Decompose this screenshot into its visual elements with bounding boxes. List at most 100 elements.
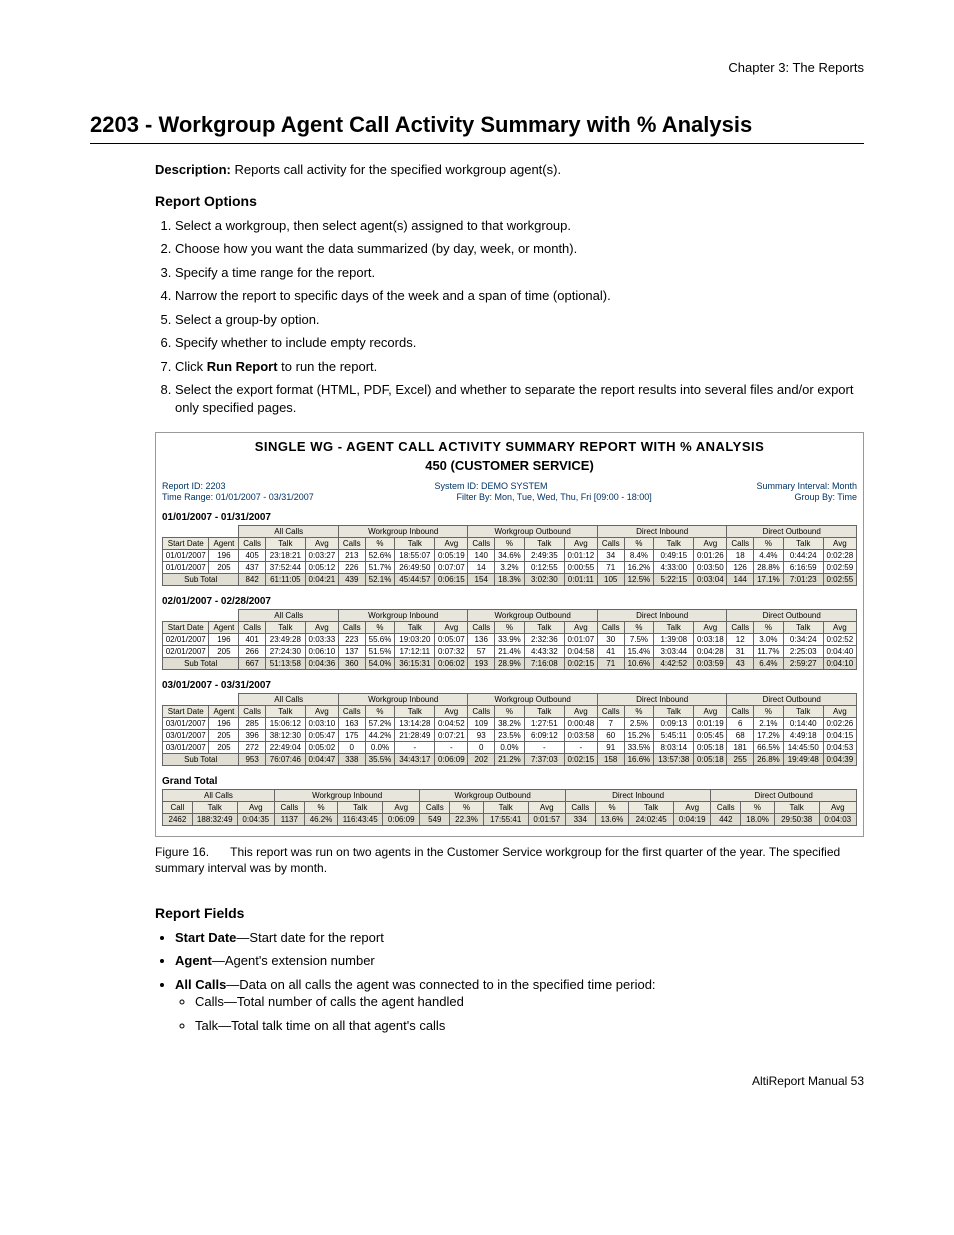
figure-caption-text: This report was run on two agents in the… (155, 845, 840, 875)
meta-report-id: Report ID: 2203 (162, 481, 226, 491)
description-label: Description: (155, 162, 231, 177)
step-2: Choose how you want the data summarized … (175, 240, 864, 258)
figure-title-1: SINGLE WG - AGENT CALL ACTIVITY SUMMARY … (162, 439, 857, 454)
col-header: Avg (694, 622, 727, 634)
col-header: Avg (694, 538, 727, 550)
col-header: Calls (338, 622, 365, 634)
group-header: All Calls (239, 610, 339, 622)
step-5: Select a group-by option. (175, 311, 864, 329)
col-header: % (450, 802, 484, 814)
col-header: Avg (819, 802, 856, 814)
description-text: Reports call activity for the specified … (234, 162, 561, 177)
col-header: Agent (209, 538, 239, 550)
col-header: % (595, 802, 629, 814)
group-header: Workgroup Outbound (468, 526, 597, 538)
table-row: 01/01/200719640523:18:210:03:2721352.6%1… (163, 550, 857, 562)
col-header: % (753, 538, 783, 550)
col-header: % (624, 622, 654, 634)
group-header: Direct Inbound (597, 694, 726, 706)
col-header: Avg (435, 706, 468, 718)
col-header: Talk (783, 706, 823, 718)
col-header: Talk (654, 706, 694, 718)
group-header: All Calls (239, 526, 339, 538)
col-header: % (753, 706, 783, 718)
col-header: Avg (305, 538, 338, 550)
col-header: Avg (823, 538, 856, 550)
col-header: Talk (338, 802, 383, 814)
group-header: Workgroup Inbound (338, 526, 467, 538)
col-header: Start Date (163, 538, 209, 550)
table-row: 01/01/200720543737:52:440:05:1222651.7%2… (163, 562, 857, 574)
col-header: % (741, 802, 775, 814)
col-header: Calls (239, 538, 266, 550)
col-header: Calls (338, 538, 365, 550)
col-header: Talk (629, 802, 674, 814)
report-options-heading: Report Options (155, 193, 864, 209)
group-header: Workgroup Outbound (468, 694, 597, 706)
meta-system-id: System ID: DEMO SYSTEM (434, 481, 547, 491)
col-header: % (753, 622, 783, 634)
run-report-bold: Run Report (207, 359, 278, 374)
col-header: % (365, 622, 395, 634)
field-item: Start Date—Start date for the report (175, 929, 864, 947)
group-header: Direct Outbound (727, 610, 857, 622)
col-header: Calls (468, 622, 495, 634)
group-header: Direct Outbound (727, 694, 857, 706)
group-header: Direct Inbound (565, 790, 710, 802)
field-subitem: Calls—Total number of calls the agent ha… (195, 993, 864, 1011)
field-name: Agent (175, 953, 212, 968)
step-3: Specify a time range for the report. (175, 264, 864, 282)
col-header: Talk (192, 802, 237, 814)
period-table: All CallsWorkgroup InboundWorkgroup Outb… (162, 609, 857, 670)
meta-time-range: Time Range: 01/01/2007 - 03/31/2007 (162, 492, 314, 502)
figure-caption-label: Figure 16. (155, 845, 227, 861)
subtotal-row: Sub Total66751:13:580:04:3636054.0%36:15… (163, 658, 857, 670)
period-label: 02/01/2007 - 02/28/2007 (162, 596, 857, 607)
col-header: Calls (727, 706, 754, 718)
col-header: Avg (383, 802, 420, 814)
col-header: Avg (694, 706, 727, 718)
col-header: Talk (654, 622, 694, 634)
subtotal-row: Sub Total84261:11:050:04:2143952.1%45:44… (163, 574, 857, 586)
field-item: All Calls—Data on all calls the agent wa… (175, 976, 864, 1035)
meta-summary-interval: Summary Interval: Month (756, 481, 857, 491)
col-header: Calls (468, 706, 495, 718)
col-header: Talk (774, 802, 819, 814)
col-header: Talk (395, 622, 435, 634)
col-header: % (624, 706, 654, 718)
page-title: 2203 - Workgroup Agent Call Activity Sum… (90, 111, 864, 139)
col-header: Calls (711, 802, 741, 814)
col-header: Avg (435, 538, 468, 550)
field-subitem: Talk—Total talk time on all that agent's… (195, 1017, 864, 1035)
group-header: Direct Outbound (711, 790, 857, 802)
grand-total-label: Grand Total (162, 776, 857, 787)
table-row: 02/01/200719640123:49:280:03:3322355.6%1… (163, 634, 857, 646)
col-header: % (624, 538, 654, 550)
col-header: Talk (524, 622, 564, 634)
group-header: Workgroup Inbound (338, 694, 467, 706)
title-rule (90, 143, 864, 144)
group-header: All Calls (239, 694, 339, 706)
period-label: 03/01/2007 - 03/31/2007 (162, 680, 857, 691)
col-header: Calls (727, 622, 754, 634)
table-row: 03/01/200720539638:12:300:05:4717544.2%2… (163, 730, 857, 742)
page-footer: AltiReport Manual 53 (90, 1074, 864, 1088)
group-header: Workgroup Inbound (274, 790, 419, 802)
col-header: Avg (564, 706, 597, 718)
period-table: All CallsWorkgroup InboundWorkgroup Outb… (162, 693, 857, 766)
col-header: Calls (239, 622, 266, 634)
col-header: Avg (564, 538, 597, 550)
report-figure: SINGLE WG - AGENT CALL ACTIVITY SUMMARY … (155, 432, 864, 837)
table-row: 03/01/200719628515:06:120:03:1016357.2%1… (163, 718, 857, 730)
col-header: Avg (305, 706, 338, 718)
col-header: Agent (209, 706, 239, 718)
col-header: % (304, 802, 338, 814)
col-header: Avg (528, 802, 565, 814)
col-header: Calls (597, 538, 624, 550)
report-fields-list: Start Date—Start date for the report Agen… (155, 929, 864, 1035)
col-header: Talk (483, 802, 528, 814)
description-line: Description: Reports call activity for t… (155, 162, 864, 177)
col-header: Avg (435, 622, 468, 634)
meta-group-by: Group By: Time (794, 492, 857, 502)
field-name: Start Date (175, 930, 236, 945)
